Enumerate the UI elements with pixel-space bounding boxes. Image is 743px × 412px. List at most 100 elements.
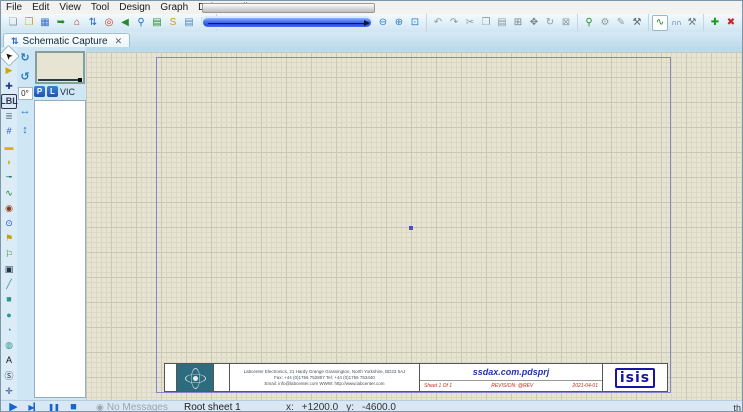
graphics-line-button[interactable]: ╱ [1,277,17,292]
project-cell: ssdax.com.pdsprj Sheet 1 Of 1 REVISION: … [420,364,603,391]
terminals-mode-button[interactable]: ◗ [1,155,17,170]
paste-button[interactable]: ▤ [494,15,510,31]
project-filename: ssdax.com.pdsprj [420,364,602,380]
tape-recorder-mode-button[interactable]: ◉ [1,201,17,216]
project-meta: Sheet 1 Of 1 REVISION: @REV 2021-04-01 [420,380,602,391]
stop-button[interactable]: ■ [65,401,82,412]
mirror-buttons: ↔↕ [17,101,33,139]
device-list[interactable] [34,100,86,398]
virtual-instruments-mode-button[interactable]: ▣ [1,262,17,277]
subcircuit-mode-button[interactable]: ▬ [1,140,17,155]
schematic-canvas[interactable]: Labcenter Electronics, 21 Hardy Grange G… [86,47,743,400]
message-status: No Messages [107,402,168,412]
graphics-path-button[interactable]: ◍ [1,338,17,353]
source-code-button[interactable]: S [165,15,181,31]
overview-logo-square [78,78,82,82]
open-project-button[interactable]: ❐ [21,15,37,31]
graphics-text-button[interactable]: A [1,353,17,368]
coord-y-label: y: [346,402,354,412]
redo-button[interactable]: ↷ [446,15,462,31]
object-selector: P L VIC [33,47,86,400]
menu-item-tool[interactable]: Tool [86,1,114,14]
mode-toolbar: ➤▶✚LBL≣#▬◗╼∿◉⊙⚑⚐▣╱■●◔◍AⓈ✛ [1,48,17,399]
search-tag-button[interactable]: ∩∩ [668,15,684,31]
message-status-icon: ◉ [96,402,104,412]
graphics-symbol-button[interactable]: Ⓢ [1,369,17,384]
pick-devices-button[interactable]: P [34,86,45,97]
isis-cell: isis [603,364,667,391]
pick-parts-button[interactable]: ⚲ [581,15,597,31]
wire-autorouter-button[interactable]: ∿ [652,15,668,31]
menu-item-view[interactable]: View [54,1,86,14]
step-button[interactable]: ▶▎ [25,401,42,412]
rotate-anticlockwise-button[interactable]: ↺ [17,69,33,86]
save-project-button[interactable]: ▦ [37,15,53,31]
new-sheet-button[interactable]: ✚ [707,15,723,31]
bill-of-materials-button[interactable]: ▤ [181,15,197,31]
zoom-in-button[interactable]: ⊕ [391,15,407,31]
graphics-box-button[interactable]: ■ [1,292,17,307]
rotate-clockwise-button[interactable]: ↻ [17,50,33,67]
new-project-button[interactable]: ❏ [5,15,21,31]
remove-sheet-button[interactable]: ✖ [723,15,739,31]
voltage-probe-mode-button[interactable]: ⚑ [1,231,17,246]
play-button[interactable]: ▶ [5,401,22,412]
graph-mode-button[interactable]: ∿ [1,185,17,200]
workspace: ➤▶✚LBL≣#▬◗╼∿◉⊙⚑⚐▣╱■●◔◍AⓈ✛ ↻↺ 0° ↔↕ P L V… [1,47,743,400]
menu-item-design[interactable]: Design [114,1,155,14]
menu-item-edit[interactable]: Edit [27,1,54,14]
text-script-mode-button[interactable]: ≣ [1,109,17,124]
wire-label-mode-button[interactable]: LBL [1,94,17,109]
toolbar-file-group: ❏❐▦➥⌂⇅◎◀⚲▤S▤❏ [2,14,217,31]
schematic-capture-button[interactable]: ⇅ [85,15,101,31]
cut-button[interactable]: ✂ [462,15,478,31]
sheet-border [156,57,671,393]
goto-sheet-button[interactable]: ↻ [739,15,743,31]
menu-overlay-bar [202,3,375,13]
copy-button[interactable]: ❐ [478,15,494,31]
graphics-marker-button[interactable]: ✛ [1,384,17,399]
make-device-button[interactable]: ⚙ [597,15,613,31]
decompose-button[interactable]: ⚒ [629,15,645,31]
buses-mode-button[interactable]: # [1,124,17,139]
block-rotate-button[interactable]: ↻ [542,15,558,31]
block-delete-button[interactable]: ⊠ [558,15,574,31]
generator-mode-button[interactable]: ⊙ [1,216,17,231]
zoom-area-button[interactable]: ⊡ [407,15,423,31]
close-project-button[interactable]: ➥ [53,15,69,31]
current-probe-mode-button[interactable]: ⚐ [1,246,17,261]
schematic-tab-icon: ⇅ [11,36,19,47]
proteus-window: FileEditViewToolDesignGraphDebugLibrary … [0,0,743,412]
mirror-vertical-button[interactable]: ↕ [17,122,33,139]
coord-x-value: +1200.0 [302,402,338,412]
menu-item-graph[interactable]: Graph [155,1,193,14]
tab-label: Schematic Capture [23,36,108,47]
design-overview[interactable] [35,51,85,84]
pcb-layout-button[interactable]: ◎ [101,15,117,31]
close-tab-icon[interactable]: ✕ [115,36,123,47]
device-pins-mode-button[interactable]: ╼ [1,170,17,185]
cursor-marker [409,226,413,230]
gerber-viewer-button[interactable]: ◀ [117,15,133,31]
threed-visualizer-button[interactable]: ▤ [149,15,165,31]
schematic-grid[interactable]: Labcenter Electronics, 21 Hardy Grange G… [86,52,743,400]
sheet-name: Root sheet 1 [184,402,241,412]
block-copy-button[interactable]: ⊞ [510,15,526,31]
design-explorer-button[interactable]: ⚲ [133,15,149,31]
home-page-button[interactable]: ⌂ [69,15,85,31]
pause-button[interactable]: ❚❚ [45,401,62,412]
library-manager-button[interactable]: L [47,86,58,97]
selector-header: P L VIC [34,86,75,97]
mirror-horizontal-button[interactable]: ↔ [17,103,33,120]
junction-dot-mode-button[interactable]: ✚ [1,79,17,94]
packaging-tool-button[interactable]: ✎ [613,15,629,31]
property-assignment-button[interactable]: ⚒ [684,15,700,31]
undo-button[interactable]: ↶ [430,15,446,31]
zoom-out-button[interactable]: ⊖ [375,15,391,31]
rotation-angle-display: 0° [18,87,33,100]
graphics-arc-button[interactable]: ◔ [1,323,17,338]
menu-item-file[interactable]: File [1,1,27,14]
tab-schematic-capture[interactable]: ⇅ Schematic Capture ✕ [3,33,130,48]
block-move-button[interactable]: ✥ [526,15,542,31]
graphics-circle-button[interactable]: ● [1,308,17,323]
